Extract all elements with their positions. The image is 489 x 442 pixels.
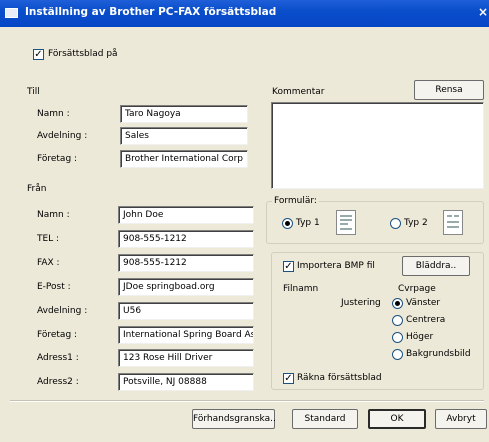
from-fax-label: FAX : <box>37 258 60 268</box>
align-left-label: Vänster <box>406 298 441 308</box>
footer-separator <box>10 400 484 402</box>
from-company-input[interactable]: International Spring Board Ass <box>118 326 254 344</box>
from-email-label: E-Post : <box>37 282 71 292</box>
from-department-input[interactable]: U56 <box>118 302 254 320</box>
align-background-label: Bakgrundsbild <box>406 349 471 359</box>
align-background-radio[interactable] <box>392 349 403 360</box>
align-center-radio[interactable] <box>392 315 403 326</box>
align-right-label: Höger <box>406 332 434 342</box>
type1-radio[interactable] <box>282 218 293 229</box>
form-heading: Formulär: <box>272 196 319 206</box>
standard-button[interactable]: Standard <box>292 409 358 429</box>
count-cover-label: Räkna försättsblad <box>297 373 382 383</box>
from-department-label: Avdelning : <box>37 306 88 316</box>
window-icon <box>5 8 18 18</box>
align-right-radio[interactable] <box>392 332 403 343</box>
title-bar: Inställning av Brother PC-FAX försättsbl… <box>0 0 489 27</box>
alignment-label: Justering <box>341 298 381 308</box>
from-address1-label: Adress1 : <box>37 353 79 363</box>
browse-button[interactable]: Bläddra.. <box>402 256 470 276</box>
cover-on-checkbox[interactable]: ✓ <box>33 49 44 60</box>
from-address2-input[interactable]: Potsville, NJ 08888 <box>118 373 254 391</box>
comment-textarea[interactable] <box>271 102 484 189</box>
type2-radio[interactable] <box>390 218 401 229</box>
to-heading: Till <box>27 87 40 97</box>
from-address1-input[interactable]: 123 Rose Hill Driver <box>118 349 254 367</box>
import-bmp-label: Importera BMP fil <box>297 261 375 271</box>
import-bmp-checkbox[interactable]: ✓ <box>283 261 294 272</box>
window-title: Inställning av Brother PC-FAX försättsbl… <box>25 6 277 18</box>
to-name-input[interactable]: Taro Nagoya <box>120 105 248 123</box>
from-heading: Från <box>27 184 47 194</box>
from-tel-label: TEL : <box>37 234 60 244</box>
to-company-input[interactable]: Brother International Corp <box>120 150 248 168</box>
ok-button[interactable]: OK <box>368 409 426 429</box>
from-company-label: Företag : <box>37 330 78 340</box>
preview-button[interactable]: Förhandsgranska.. <box>192 409 276 429</box>
to-department-label: Avdelning : <box>37 131 88 141</box>
to-company-label: Företag : <box>37 154 78 164</box>
cover-on-label: Försättsblad på <box>48 49 118 59</box>
filename-value: Cvrpage <box>398 284 436 294</box>
type1-preview-icon <box>336 210 356 235</box>
type2-label: Typ 2 <box>404 218 428 228</box>
from-tel-input[interactable]: 908-555-1212 <box>118 230 254 248</box>
align-center-label: Centrera <box>406 315 446 325</box>
comment-heading: Kommentar <box>272 87 325 97</box>
from-email-input[interactable]: JDoe springboad.org <box>118 278 254 296</box>
from-name-label: Namn : <box>37 210 70 220</box>
close-icon[interactable]: × <box>478 5 489 21</box>
type2-preview-icon <box>443 210 463 235</box>
from-fax-input[interactable]: 908-555-1212 <box>118 254 254 272</box>
filename-label: Filnamn <box>283 284 319 294</box>
from-name-input[interactable]: John Doe <box>118 206 254 224</box>
align-left-radio[interactable] <box>392 298 403 309</box>
cancel-button[interactable]: Avbryt <box>435 409 487 429</box>
clear-button[interactable]: Rensa <box>414 80 484 100</box>
count-cover-checkbox[interactable]: ✓ <box>283 373 294 384</box>
type1-label: Typ 1 <box>296 218 320 228</box>
from-address2-label: Adress2 : <box>37 377 79 387</box>
cover-page-settings-dialog: Inställning av Brother PC-FAX försättsbl… <box>0 0 489 442</box>
to-name-label: Namn : <box>37 109 70 119</box>
to-department-input[interactable]: Sales <box>120 127 248 145</box>
